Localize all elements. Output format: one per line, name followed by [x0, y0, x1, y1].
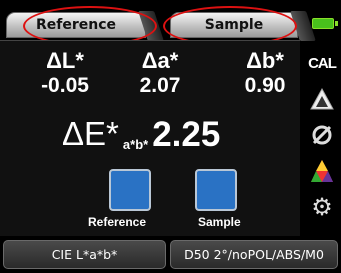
- reference-swatch-label: Reference: [88, 215, 147, 229]
- sample-swatch-label: Sample: [198, 215, 241, 229]
- cal-icon[interactable]: CAL: [307, 50, 337, 76]
- delta-l-label: ΔL*: [46, 48, 84, 73]
- reference-swatch[interactable]: [109, 169, 151, 211]
- delta-l: ΔL* -0.05: [20, 49, 110, 99]
- delta-b-label: Δb*: [246, 48, 284, 73]
- conditions-label: D50 2°/noPOL/ABS/M0: [184, 247, 324, 262]
- delta-e-symbol: ΔE*: [62, 115, 119, 152]
- colorspace-label: CIE L*a*b*: [51, 247, 118, 262]
- delta-e: ΔE* a*b* 2.25: [62, 115, 292, 165]
- color-palette-icon[interactable]: [307, 158, 337, 184]
- colorspace-button[interactable]: CIE L*a*b*: [3, 240, 166, 269]
- bottom-bar: CIE L*a*b* D50 2°/noPOL/ABS/M0: [0, 238, 341, 273]
- tab-bar: Reference Sample: [0, 0, 341, 46]
- conditions-button[interactable]: D50 2°/noPOL/ABS/M0: [170, 240, 338, 269]
- instrument-screen: Reference Sample ΔL* -0.05 Δa* 2.07 Δb* …: [0, 0, 341, 273]
- delta-b: Δb* 0.90: [220, 49, 310, 99]
- sample-swatch[interactable]: [195, 169, 237, 211]
- delta-b-value: 0.90: [244, 74, 286, 97]
- delta-a: Δa* 2.07: [115, 49, 205, 99]
- sidebar: CAL ⚙: [303, 40, 341, 240]
- delta-l-value: -0.05: [41, 74, 89, 97]
- delta-e-value: 2.25: [152, 115, 221, 154]
- battery-icon: [312, 18, 338, 29]
- measure-circle-icon[interactable]: [307, 122, 337, 148]
- delta-a-value: 2.07: [139, 74, 181, 97]
- delta-e-subscript: a*b*: [122, 137, 149, 152]
- delta-a-label: Δa*: [141, 48, 179, 73]
- cal-label: CAL: [308, 54, 337, 72]
- settings-gear-icon[interactable]: ⚙: [307, 193, 337, 221]
- measurement-panel: ΔL* -0.05 Δa* 2.07 Δb* 0.90 ΔE* a*b* 2.25 …: [0, 40, 300, 236]
- delta-triangle-icon[interactable]: [307, 86, 337, 112]
- delta-values: ΔL* -0.05 Δa* 2.07 Δb* 0.90: [0, 49, 300, 109]
